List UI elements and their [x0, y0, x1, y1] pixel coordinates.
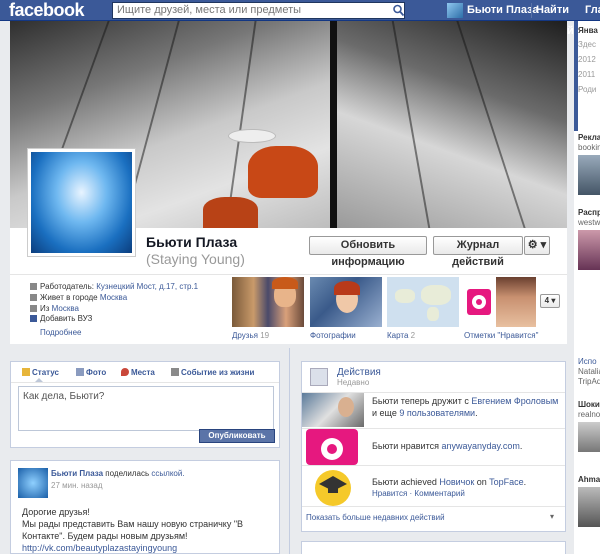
calendar-icon [310, 368, 328, 386]
map-tile[interactable] [387, 277, 459, 327]
post-author[interactable]: Бьюти Плаза [51, 469, 103, 478]
photos-tile[interactable] [310, 277, 382, 327]
ad-image-3[interactable] [578, 422, 600, 452]
activity-title[interactable]: Действия [337, 367, 381, 378]
home-link[interactable]: Глав [585, 0, 600, 21]
tab-status[interactable]: Статус [22, 368, 59, 377]
activity-subtitle: Недавно [337, 378, 370, 387]
post-header: Бьюти Плаза поделилась ссылкой. [51, 469, 185, 478]
post-time[interactable]: 27 мин. назад [51, 481, 103, 490]
year-item-3[interactable]: 2012 [578, 55, 600, 64]
search-icon[interactable] [392, 3, 405, 18]
post-url[interactable]: http://vk.com/beautyplazastayingyoung [22, 542, 243, 554]
pin-icon [30, 305, 37, 312]
ad-heading-4: Ahmad [578, 475, 600, 484]
post: Бьюти Плаза поделилась ссылкой. 27 мин. … [10, 460, 280, 554]
ad-heading-3: Шокир [578, 400, 600, 409]
activity-1-image[interactable] [302, 393, 364, 427]
composer: Статус Фото Места Событие из жизни Как д… [10, 361, 280, 448]
from-city-link[interactable]: Москва [52, 304, 79, 313]
facebook-logo[interactable]: facebook [9, 0, 85, 21]
about-employer: Работодатель: Кузнецкий Мост, д.17, стр.… [30, 282, 198, 291]
activity-3-meta[interactable]: Нравится · Комментарий [372, 489, 465, 498]
likes-tile-label[interactable]: Отметки "Нравится" [464, 331, 538, 340]
activity-3-image[interactable] [302, 466, 364, 506]
home-icon [30, 294, 37, 301]
ad-item-6[interactable]: realnoe [578, 410, 600, 419]
ad-image-1[interactable] [578, 155, 600, 195]
briefcase-icon [30, 283, 37, 290]
profile-name[interactable]: Бьюти Плаза [146, 234, 237, 250]
year-item-2[interactable]: Здес [578, 40, 600, 49]
show-more-activity-link[interactable]: Показать больше недавних действий [306, 513, 445, 522]
profile-link[interactable]: Бьюти Плаза [467, 0, 539, 21]
lives-city-link[interactable]: Москва [100, 293, 127, 302]
year-item-4[interactable]: 2011 [578, 70, 600, 79]
activity-item-2: Бьюти нравится anywayanyday.com. [372, 441, 523, 451]
status-input[interactable]: Как дела, Бьюти? [18, 386, 274, 431]
tab-life-event[interactable]: Событие из жизни [171, 368, 254, 377]
tab-places[interactable]: Места [121, 368, 155, 377]
ad-item-2[interactable]: westwi [578, 218, 600, 227]
ad-item-4[interactable]: Natalia [578, 367, 600, 376]
camera-icon [76, 368, 84, 376]
more-about-link[interactable]: Подробнее [40, 328, 82, 337]
activity-box: Действия Недавно Бьюти теперь дружит с Е… [301, 361, 566, 532]
ad-item-3[interactable]: Испо [578, 357, 600, 366]
school-icon [30, 315, 37, 322]
publish-button[interactable]: Опубликовать [199, 429, 275, 443]
activity-item-1: Бьюти теперь дружит с Евгением Фроловым … [372, 396, 559, 418]
ad-image-4[interactable] [578, 487, 600, 527]
ad-item-5[interactable]: TripAdv [578, 377, 600, 386]
add-school-link[interactable]: Добавить ВУЗ [30, 314, 92, 323]
divider [531, 3, 532, 18]
chevron-down-icon[interactable]: ▾ [550, 512, 554, 521]
post-avatar[interactable] [18, 468, 48, 498]
employer-link[interactable]: Кузнецкий Мост, д.17, стр.1 [96, 282, 198, 291]
next-box [301, 541, 566, 554]
post-link-word[interactable]: ссылкой. [151, 469, 184, 478]
pencil-icon [22, 368, 30, 376]
user-avatar[interactable] [447, 3, 463, 18]
profile-alt-name: (Staying Young) [146, 251, 245, 267]
year-item-1[interactable]: Янва [578, 26, 600, 35]
about-from: Из Москва [30, 304, 79, 313]
likes-tile[interactable] [464, 277, 536, 327]
year-item-5[interactable]: Роди [578, 85, 600, 94]
cover-right-image [337, 21, 567, 228]
pin-icon [121, 368, 129, 376]
activity-2-image[interactable] [302, 429, 364, 465]
ad-image-2[interactable] [578, 230, 600, 270]
map-tile-label[interactable]: Карта 2 [387, 331, 415, 340]
photos-tile-label[interactable]: Фотографии [310, 331, 356, 340]
activity-log-button[interactable]: Журнал действий [433, 236, 523, 268]
update-info-button[interactable]: Обновить информацию [309, 236, 427, 268]
tab-photo[interactable]: Фото [76, 368, 106, 377]
activity-item-3: Бьюти achieved Новичок on TopFace. [372, 477, 527, 487]
settings-gear-icon[interactable]: ⚙ ▾ [524, 236, 550, 255]
ad-item-1[interactable]: booking [578, 143, 600, 152]
friends-tile-label[interactable]: Друзья 19 [232, 331, 269, 340]
more-tiles-button[interactable]: 4 ▾ [540, 294, 560, 308]
ad-heading-2: Распрос [578, 208, 600, 217]
timeline-line [289, 348, 290, 554]
profile-picture[interactable] [27, 148, 136, 257]
post-body: Дорогие друзья! Мы рады представить Вам … [22, 507, 244, 554]
about-lives: Живет в городе Москва [30, 293, 127, 302]
flag-icon [171, 368, 179, 376]
friends-tile[interactable] [232, 277, 304, 327]
ad-heading: Реклам [578, 133, 600, 142]
search-input[interactable]: Ищите друзей, места или предметы [112, 2, 405, 19]
